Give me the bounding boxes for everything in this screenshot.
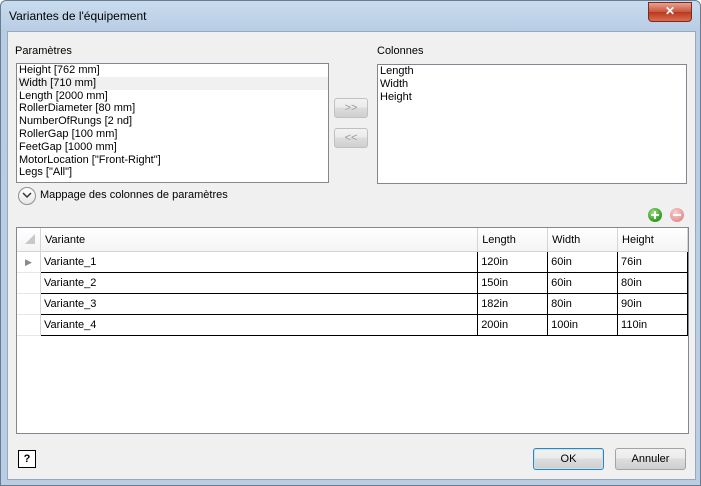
row-header[interactable]: ▶ bbox=[17, 251, 41, 273]
column-header-length[interactable]: Length bbox=[477, 228, 549, 252]
column-item[interactable]: Length bbox=[378, 65, 686, 78]
cell-length[interactable]: 182in bbox=[477, 293, 549, 315]
cell-width[interactable]: 80in bbox=[547, 293, 619, 315]
cell-height[interactable]: 80in bbox=[617, 272, 688, 294]
title-bar[interactable]: Variantes de l'équipement ✕ bbox=[1, 1, 700, 31]
table-row[interactable]: ▶ Variante_1 120in 60in 76in bbox=[17, 251, 688, 273]
param-item[interactable]: MotorLocation ["Front-Right"] bbox=[17, 154, 328, 167]
plus-icon bbox=[651, 211, 659, 219]
cell-width[interactable]: 100in bbox=[547, 314, 619, 336]
cell-height[interactable]: 90in bbox=[617, 293, 688, 315]
mapping-label: Mappage des colonnes de paramètres bbox=[40, 189, 228, 201]
remove-variant-icon[interactable] bbox=[670, 208, 684, 222]
add-variant-icon[interactable] bbox=[648, 208, 662, 222]
column-header-height[interactable]: Height bbox=[617, 228, 688, 252]
variants-table: Variante Length Width Height ▶ Variante_… bbox=[17, 228, 688, 336]
column-item[interactable]: Height bbox=[378, 91, 686, 104]
close-button[interactable]: ✕ bbox=[648, 2, 692, 22]
add-column-button[interactable]: >> bbox=[334, 98, 368, 118]
current-row-marker-icon: ▶ bbox=[25, 256, 32, 267]
table-row[interactable]: Variante_2 150in 60in 80in bbox=[17, 272, 688, 294]
param-item[interactable]: RollerGap [100 mm] bbox=[17, 128, 328, 141]
param-item[interactable]: RollerDiameter [80 mm] bbox=[17, 102, 328, 115]
corner-triangle-icon bbox=[25, 234, 35, 244]
column-header-width[interactable]: Width bbox=[547, 228, 619, 252]
cell-height[interactable]: 76in bbox=[617, 251, 688, 273]
minus-icon bbox=[673, 214, 681, 216]
column-item[interactable]: Width bbox=[378, 78, 686, 91]
variants-grid[interactable]: Variante Length Width Height ▶ Variante_… bbox=[16, 227, 689, 434]
row-header[interactable] bbox=[17, 293, 41, 315]
cell-variante[interactable]: Variante_1 bbox=[40, 251, 479, 273]
param-item[interactable]: FeetGap [1000 mm] bbox=[17, 141, 328, 154]
parametres-list[interactable]: Height [762 mm] Width [710 mm] Length [2… bbox=[16, 63, 329, 183]
cell-length[interactable]: 150in bbox=[477, 272, 549, 294]
cell-length[interactable]: 200in bbox=[477, 314, 549, 336]
select-all-corner[interactable] bbox=[17, 228, 41, 252]
param-item-selected[interactable]: Width [710 mm] bbox=[17, 76, 328, 90]
cell-variante[interactable]: Variante_4 bbox=[40, 314, 479, 336]
row-header[interactable] bbox=[17, 314, 41, 336]
help-button[interactable]: ? bbox=[18, 450, 36, 468]
column-header-variante[interactable]: Variante bbox=[40, 228, 479, 252]
row-header[interactable] bbox=[17, 272, 41, 294]
colonnes-list[interactable]: Length Width Height bbox=[377, 64, 687, 184]
param-item[interactable]: NumberOfRungs [2 nd] bbox=[17, 115, 328, 128]
cell-height[interactable]: 110in bbox=[617, 314, 688, 336]
ok-button[interactable]: OK bbox=[533, 448, 604, 470]
dialog-window: Variantes de l'équipement ✕ Paramètres H… bbox=[0, 0, 701, 486]
remove-column-button[interactable]: << bbox=[334, 128, 368, 148]
dialog-body: Paramètres Height [762 mm] Width [710 mm… bbox=[7, 31, 696, 480]
window-title: Variantes de l'équipement bbox=[9, 9, 147, 23]
table-row[interactable]: Variante_3 182in 80in 90in bbox=[17, 293, 688, 315]
param-item[interactable]: Length [2000 mm] bbox=[17, 90, 328, 103]
param-item[interactable]: Height [762 mm] bbox=[17, 64, 328, 77]
cell-length[interactable]: 120in bbox=[477, 251, 549, 273]
cell-variante[interactable]: Variante_3 bbox=[40, 293, 479, 315]
table-row[interactable]: Variante_4 200in 100in 110in bbox=[17, 314, 688, 336]
mapping-expander-button[interactable] bbox=[18, 187, 36, 205]
cell-variante[interactable]: Variante_2 bbox=[40, 272, 479, 294]
table-header-row: Variante Length Width Height bbox=[17, 228, 688, 252]
parametres-label: Paramètres bbox=[15, 45, 72, 57]
param-item[interactable]: Legs ["All"] bbox=[17, 166, 328, 179]
cell-width[interactable]: 60in bbox=[547, 272, 619, 294]
colonnes-label: Colonnes bbox=[377, 45, 424, 57]
chevron-down-icon bbox=[22, 192, 32, 199]
cancel-button[interactable]: Annuler bbox=[615, 448, 686, 470]
cell-width[interactable]: 60in bbox=[547, 251, 619, 273]
